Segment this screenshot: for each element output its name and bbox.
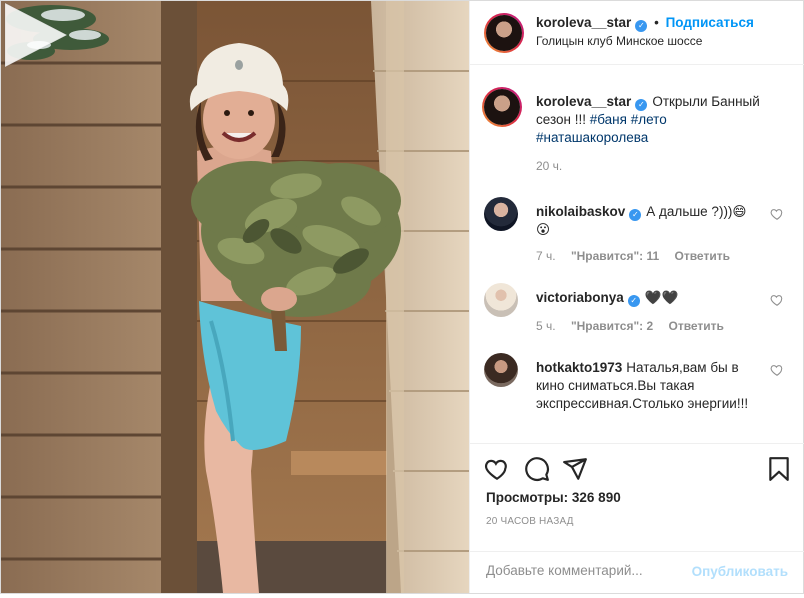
action-bar: Просмотры: 326 890 20 ЧАСОВ НАЗАД (470, 443, 804, 551)
comment-body: 🖤🖤 (644, 290, 679, 305)
play-icon[interactable] (1, 1, 69, 69)
post-sidebar: koroleva__star ✓ • Подписаться Голицын кл… (469, 1, 804, 593)
caption-text: koroleva__star ✓ Открыли Банный сезон !!! … (536, 93, 776, 147)
comment-icon[interactable] (524, 456, 550, 482)
heart-icon[interactable] (770, 293, 784, 307)
verified-icon: ✓ (635, 99, 648, 111)
separator-dot: • (654, 15, 659, 30)
hashtag-link[interactable]: #баня (590, 112, 627, 127)
comment-author[interactable]: hotkakto1973 (536, 360, 622, 375)
comment-meta: 5 ч. "Нравится": 2 Ответить (536, 319, 736, 333)
commenter-avatar[interactable] (484, 197, 518, 231)
comment-text: nikolaibaskov ✓ А дальше ?)))😄😮 (536, 203, 760, 239)
post-video[interactable] (1, 1, 469, 593)
caption-author[interactable]: koroleva__star (536, 94, 631, 109)
add-comment-bar: Опубликовать (470, 551, 804, 593)
comment-text: hotkakto1973 Наталья,вам бы в кино снимат… (536, 359, 760, 413)
comment-text: victoriabonya ✓ 🖤🖤 (536, 289, 760, 307)
share-icon[interactable] (562, 456, 588, 482)
follow-button[interactable]: Подписаться (666, 15, 754, 30)
post-time[interactable]: 20 ЧАСОВ НАЗАД (486, 516, 574, 527)
caption-meta: 20 ч. (536, 159, 574, 173)
comment-author[interactable]: victoriabonya (536, 290, 624, 305)
commenter-avatar[interactable] (484, 283, 518, 317)
author-username[interactable]: koroleva__star (536, 15, 631, 30)
comment-likes[interactable]: "Нравится": 2 (571, 319, 653, 333)
caption-time[interactable]: 20 ч. (536, 159, 562, 173)
verified-icon: ✓ (629, 209, 642, 221)
caption-avatar[interactable] (482, 87, 522, 127)
bookmark-icon[interactable] (766, 456, 792, 482)
comment-time[interactable]: 5 ч. (536, 319, 556, 333)
instagram-post: koroleva__star ✓ • Подписаться Голицын кл… (0, 0, 804, 594)
comment-meta: 7 ч. "Нравится": 11 Ответить (536, 249, 742, 263)
video-frame-illustration (1, 1, 469, 593)
heart-icon[interactable] (770, 363, 784, 377)
reply-button[interactable]: Ответить (668, 319, 723, 333)
comment-author[interactable]: nikolaibaskov (536, 204, 625, 219)
verified-icon: ✓ (627, 295, 640, 307)
comment-input[interactable] (486, 563, 686, 578)
author-avatar[interactable] (484, 13, 524, 53)
comment-likes[interactable]: "Нравится": 11 (571, 249, 659, 263)
views-value: 326 890 (571, 490, 621, 505)
location-link[interactable]: Голицын клуб Минское шоссе (536, 34, 702, 48)
views-label: Просмотры: (486, 490, 569, 505)
reply-button[interactable]: Ответить (675, 249, 730, 263)
hashtag-link[interactable]: #лето (631, 112, 667, 127)
publish-button[interactable]: Опубликовать (692, 564, 788, 579)
comments-list[interactable]: koroleva__star ✓ Открыли Банный сезон !!! … (470, 65, 804, 443)
heart-icon[interactable] (484, 456, 510, 482)
hashtag-link[interactable]: #наташакоролева (536, 130, 648, 145)
views-count[interactable]: Просмотры: 326 890 (486, 490, 621, 505)
heart-icon[interactable] (770, 207, 784, 221)
verified-icon: ✓ (635, 20, 648, 32)
header-author-line: koroleva__star ✓ • Подписаться (536, 15, 754, 32)
commenter-avatar[interactable] (484, 353, 518, 387)
comment-time[interactable]: 7 ч. (536, 249, 556, 263)
post-header: koroleva__star ✓ • Подписаться Голицын кл… (470, 1, 804, 65)
